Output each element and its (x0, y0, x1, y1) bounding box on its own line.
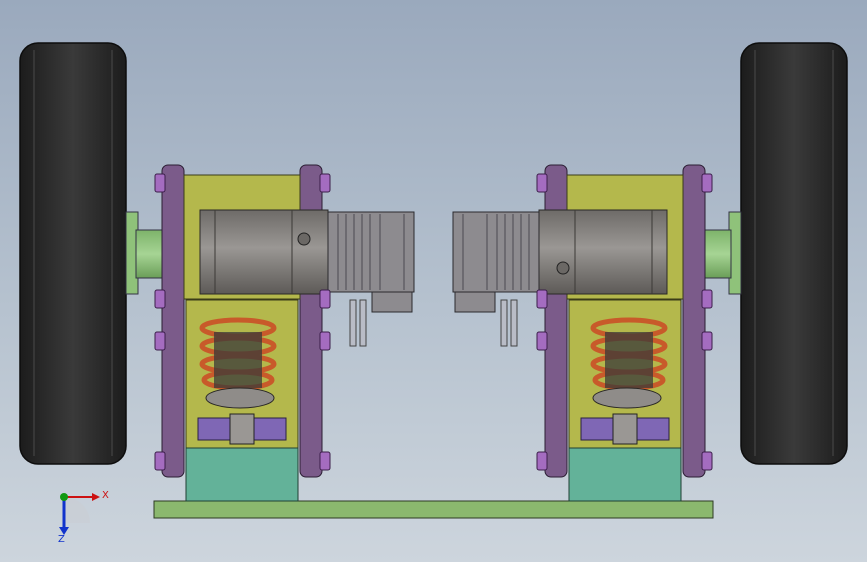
left-base-block (185, 447, 299, 502)
base-plate (153, 500, 714, 519)
x-axis-label: X (102, 490, 109, 501)
z-axis-label: Z (58, 534, 65, 545)
axis-triad[interactable]: X Z (58, 490, 109, 545)
left-outer-plate (161, 164, 185, 478)
y-axis-dot (60, 493, 68, 501)
right-motor-body (538, 209, 668, 295)
right-wheel-module (452, 42, 848, 502)
left-gearbox (327, 211, 415, 293)
right-cable (510, 299, 518, 347)
left-motor-bolt (297, 232, 311, 246)
left-motor-body (199, 209, 329, 295)
right-outer-plate (682, 164, 706, 478)
right-gearbox (452, 211, 540, 293)
right-motor-bolt (556, 261, 570, 275)
right-tire (740, 42, 848, 465)
left-wheel-module (19, 42, 415, 502)
left-tire (19, 42, 127, 465)
cad-viewport[interactable]: X Z (0, 0, 867, 562)
right-base-block (568, 447, 682, 502)
left-cable (349, 299, 357, 347)
